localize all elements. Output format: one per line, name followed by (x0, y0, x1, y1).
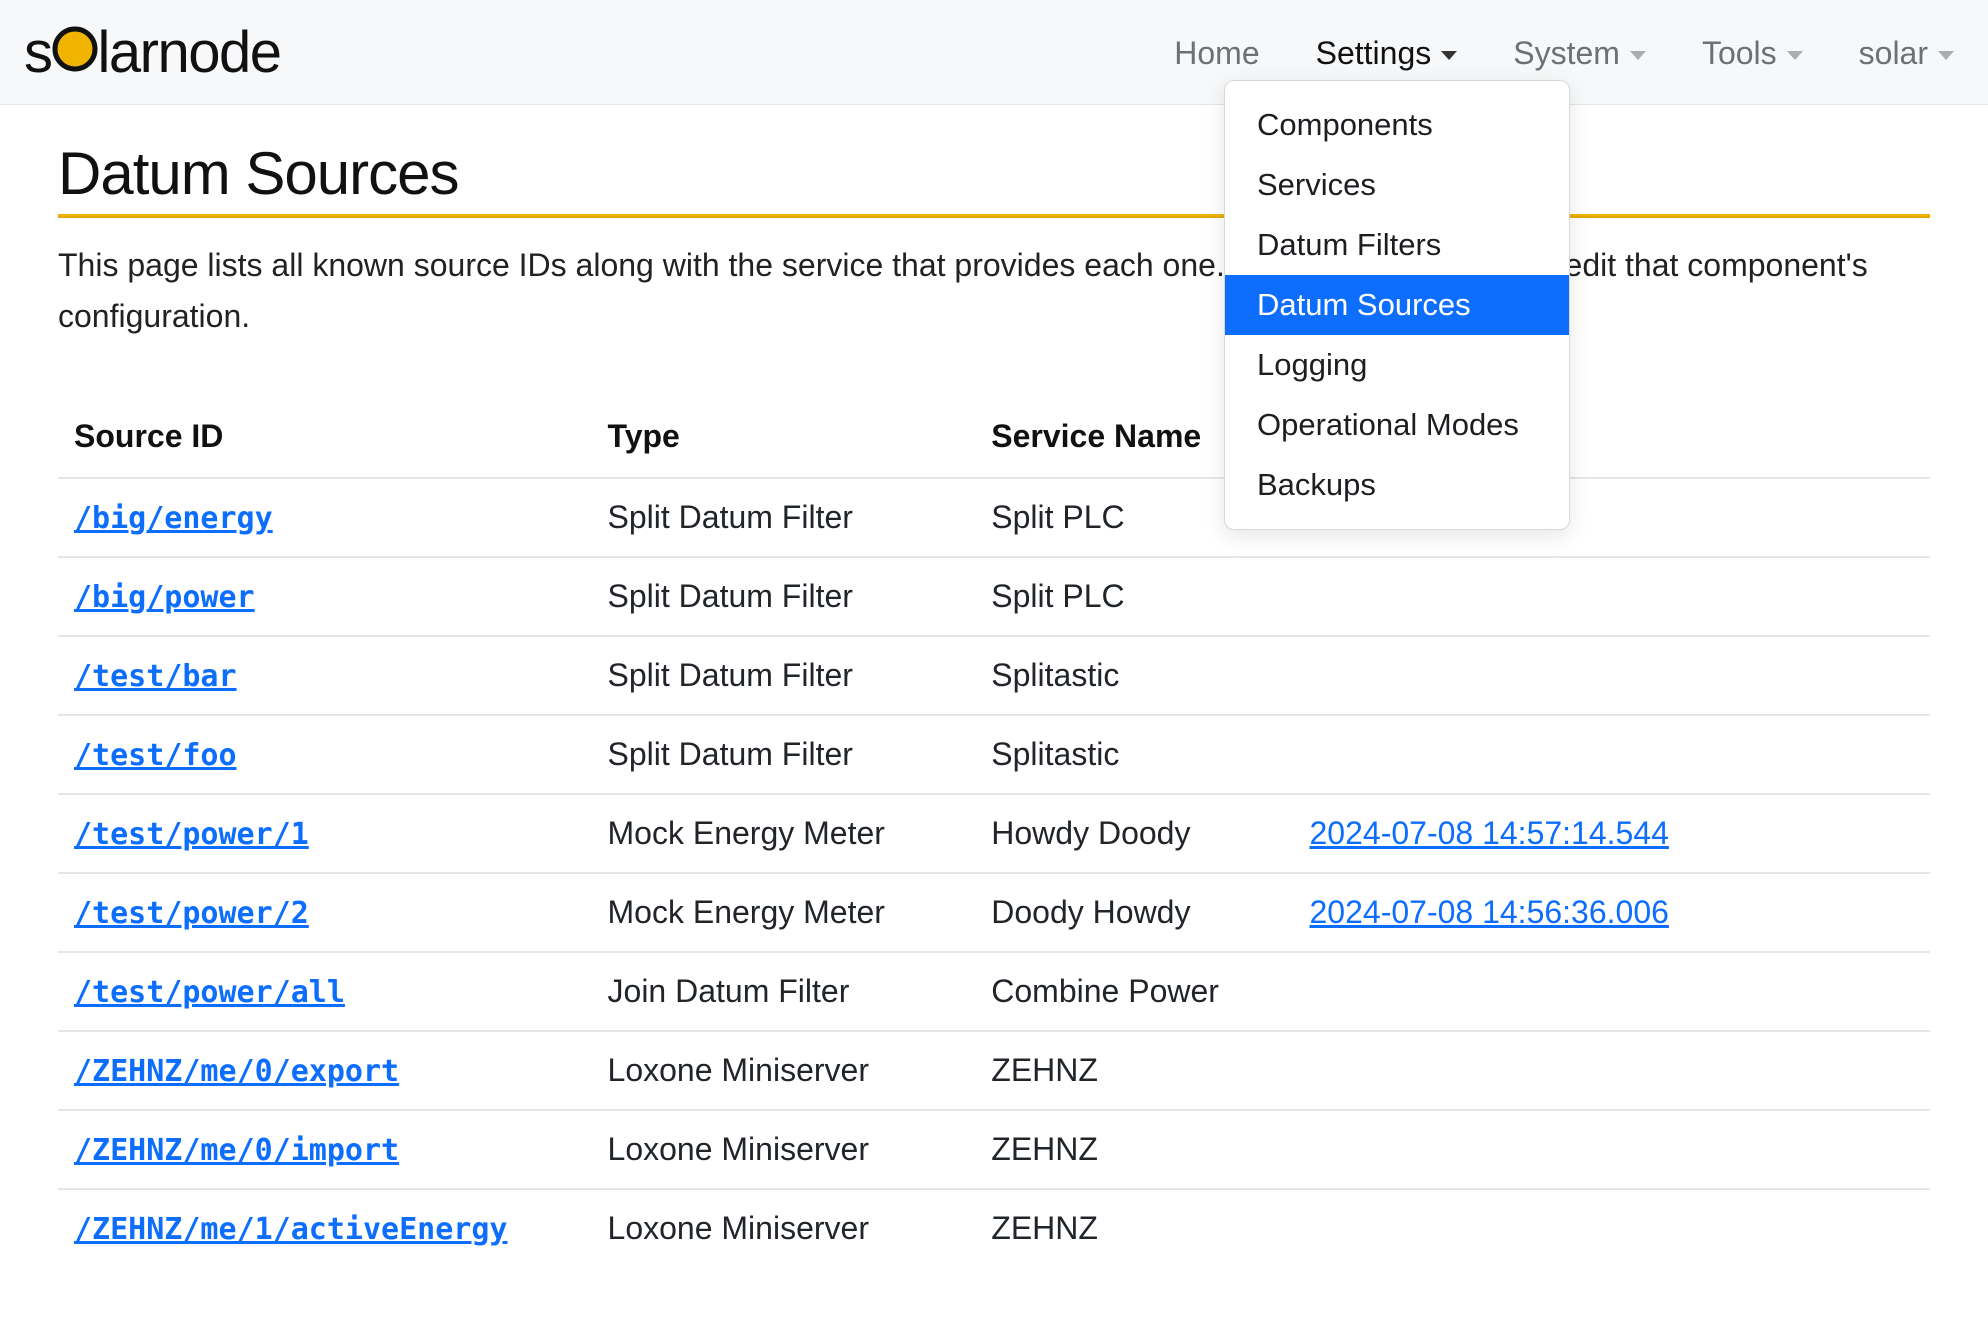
cell-publish-date (1294, 715, 1931, 794)
source-id-link[interactable]: /test/foo (74, 738, 237, 773)
source-id-link[interactable]: /big/energy (74, 501, 273, 536)
cell-publish-date: 2024-07-08 14:57:14.544 (1294, 794, 1931, 873)
source-id-link[interactable]: /test/power/2 (74, 896, 309, 931)
table-row: /test/foo Split Datum FilterSplitastic (58, 715, 1930, 794)
chevron-down-icon (1938, 51, 1954, 60)
table-row: /ZEHNZ/me/0/export Loxone MiniserverZEHNZ (58, 1031, 1930, 1110)
nav-item-label: Home (1174, 35, 1259, 72)
cell-type: Loxone Miniserver (592, 1189, 976, 1267)
nav-item-home[interactable]: Home (1174, 35, 1259, 72)
table-row: /ZEHNZ/me/0/import Loxone MiniserverZEHNZ (58, 1110, 1930, 1189)
dropdown-item-datum-filters[interactable]: Datum Filters (1225, 215, 1569, 275)
settings-dropdown: ComponentsServicesDatum FiltersDatum Sou… (1224, 80, 1570, 530)
cell-publish-date (1294, 1110, 1931, 1189)
cell-publish-date (1294, 636, 1931, 715)
table-row: /test/power/all Join Datum FilterCombine … (58, 952, 1930, 1031)
page-description: This page lists all known source IDs alo… (58, 240, 1930, 342)
navbar: s larnode Home Settings System Tools solar (0, 0, 1988, 105)
page-title: Datum Sources (58, 139, 1930, 208)
cell-service-name: Split PLC (975, 557, 1293, 636)
brand-logo[interactable]: s larnode (24, 24, 280, 82)
dropdown-item-operational-modes[interactable]: Operational Modes (1225, 395, 1569, 455)
source-id-link[interactable]: /test/power/1 (74, 817, 309, 852)
nav-item-system[interactable]: System (1513, 35, 1646, 72)
cell-publish-date: 2024-07-08 14:56:36.006 (1294, 873, 1931, 952)
cell-publish-date (1294, 1031, 1931, 1110)
chevron-down-icon (1441, 51, 1457, 60)
source-id-link[interactable]: /ZEHNZ/me/1/activeEnergy (74, 1212, 507, 1247)
source-id-link[interactable]: /big/power (74, 580, 255, 615)
nav-item-solar[interactable]: solar (1859, 35, 1954, 72)
cell-type: Mock Energy Meter (592, 873, 976, 952)
cell-service-name: Splitastic (975, 715, 1293, 794)
nav-item-label: Tools (1702, 35, 1777, 72)
cell-type: Split Datum Filter (592, 557, 976, 636)
brand-o-icon (52, 24, 98, 82)
publish-date-link[interactable]: 2024-07-08 14:57:14.544 (1310, 815, 1669, 851)
cell-type: Loxone Miniserver (592, 1110, 976, 1189)
source-id-link[interactable]: /ZEHNZ/me/0/export (74, 1054, 399, 1089)
cell-type: Split Datum Filter (592, 636, 976, 715)
nav-item-label: System (1513, 35, 1620, 72)
table-row: /big/power Split Datum FilterSplit PLC (58, 557, 1930, 636)
title-rule (58, 214, 1930, 218)
dropdown-item-logging[interactable]: Logging (1225, 335, 1569, 395)
table-row: /big/energySplit Datum FilterSplit PLC (58, 478, 1930, 557)
nav-item-label: solar (1859, 35, 1928, 72)
page-body: Datum Sources This page lists all known … (0, 105, 1988, 1267)
cell-service-name: ZEHNZ (975, 1189, 1293, 1267)
dropdown-item-components[interactable]: Components (1225, 95, 1569, 155)
chevron-down-icon (1787, 51, 1803, 60)
dropdown-item-backups[interactable]: Backups (1225, 455, 1569, 515)
th-source-id: Source ID (58, 396, 592, 478)
cell-publish-date (1294, 952, 1931, 1031)
cell-type: Split Datum Filter (592, 478, 976, 557)
table-row: /test/power/2 Mock Energy MeterDoody Howd… (58, 873, 1930, 952)
dropdown-item-services[interactable]: Services (1225, 155, 1569, 215)
cell-type: Mock Energy Meter (592, 794, 976, 873)
nav-item-label: Settings (1316, 35, 1432, 72)
source-id-link[interactable]: /test/bar (74, 659, 237, 694)
th-type: Type (592, 396, 976, 478)
nav-item-tools[interactable]: Tools (1702, 35, 1803, 72)
nav-items: Home Settings System Tools solar (1174, 35, 1954, 72)
cell-service-name: Combine Power (975, 952, 1293, 1031)
cell-type: Split Datum Filter (592, 715, 976, 794)
cell-service-name: Doody Howdy (975, 873, 1293, 952)
cell-publish-date (1294, 557, 1931, 636)
cell-publish-date (1294, 1189, 1931, 1267)
nav-item-settings[interactable]: Settings (1316, 35, 1458, 72)
cell-service-name: ZEHNZ (975, 1110, 1293, 1189)
source-id-link[interactable]: /ZEHNZ/me/0/import (74, 1133, 399, 1168)
chevron-down-icon (1630, 51, 1646, 60)
datum-sources-table: Source ID Type Service Name Publish Date… (58, 396, 1930, 1267)
cell-service-name: Splitastic (975, 636, 1293, 715)
table-row: /test/power/1 Mock Energy MeterHowdy Dood… (58, 794, 1930, 873)
source-id-link[interactable]: /test/power/all (74, 975, 345, 1010)
cell-service-name: ZEHNZ (975, 1031, 1293, 1110)
cell-service-name: Howdy Doody (975, 794, 1293, 873)
table-row: /test/bar Split Datum FilterSplitastic (58, 636, 1930, 715)
brand-post: larnode (98, 24, 281, 82)
table-row: /ZEHNZ/me/1/activeEnergy Loxone Miniserve… (58, 1189, 1930, 1267)
publish-date-link[interactable]: 2024-07-08 14:56:36.006 (1310, 894, 1669, 930)
cell-type: Loxone Miniserver (592, 1031, 976, 1110)
dropdown-item-datum-sources[interactable]: Datum Sources (1225, 275, 1569, 335)
brand-pre: s (24, 24, 52, 82)
cell-type: Join Datum Filter (592, 952, 976, 1031)
